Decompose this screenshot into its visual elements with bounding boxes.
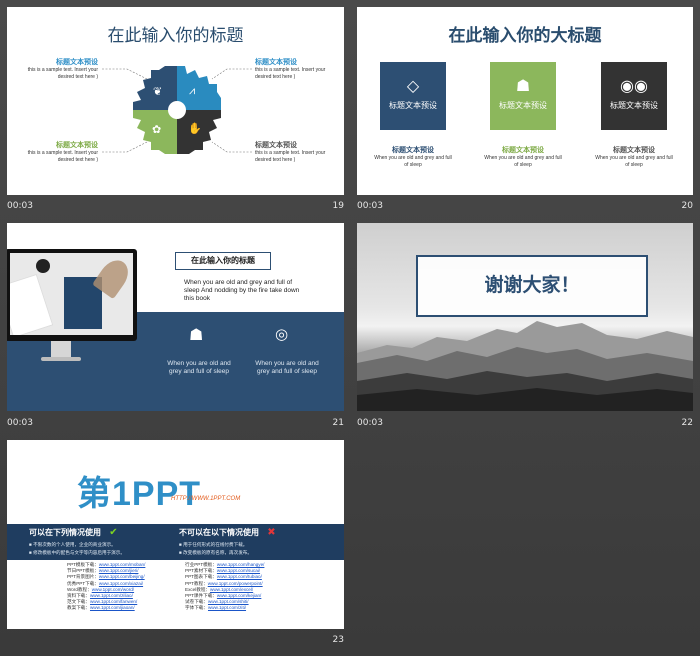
item-top-right: 标题文本预设 this is a sample text. Insert you… xyxy=(255,57,340,81)
logo-url: HTTP://WWW.1PPT.COM xyxy=(171,496,241,502)
item-label: 标题文本预设 xyxy=(56,59,98,66)
cannot-use-title: 不可以在以下情况使用 ✖ xyxy=(179,527,276,538)
cross-icon: ✖ xyxy=(267,527,276,538)
slide-number: 20 xyxy=(681,201,693,211)
item-text: this is a sample text. Insert your desir… xyxy=(27,67,98,80)
link[interactable]: www.1ppt.com/jieri/ xyxy=(99,568,139,573)
caption-text: When you are old and grey and full of sl… xyxy=(484,155,562,168)
link[interactable]: www.1ppt.com/shiti/ xyxy=(208,599,249,604)
link[interactable]: www.1ppt.com/sucai/ xyxy=(217,568,260,573)
brand-logo: 第1PPT xyxy=(77,466,201,515)
slide-21-title-box: 在此输入你的标题 xyxy=(175,252,271,270)
list-item: ■ 不限次数的个人使用，企业的商业演示。 xyxy=(29,542,116,547)
eye-icon: ◎ xyxy=(275,326,289,343)
list-item: 教案下载：www.1ppt.com/jiaoan/ xyxy=(67,605,135,611)
feature-box-green: ☗ 标题文本预设 xyxy=(490,62,556,130)
slide-number: 22 xyxy=(681,418,693,428)
diamond-icon: ◇ xyxy=(406,78,420,95)
monitor-base xyxy=(41,357,81,361)
box-label: 标题文本预设 xyxy=(499,101,547,110)
slide-19-thumbnail[interactable]: 在此输入你的标题 ❦ ⩘ ✿ ✋ 标题文本预设 this is a sample… xyxy=(7,7,344,195)
slide-21-meta: 00:03 21 xyxy=(7,414,344,432)
slide-21-title: 在此输入你的标题 xyxy=(191,256,255,265)
link[interactable]: www.1ppt.com/xiazai/ xyxy=(99,581,143,586)
check-icon: ✔ xyxy=(109,527,118,538)
can-use-title: 可以在下列情况使用 ✔ xyxy=(29,527,118,538)
right-link-list: 行业PPT模板：www.1ppt.com/hangye/ PPT素材下载：www… xyxy=(185,562,264,612)
link[interactable]: www.1ppt.com/moban/ xyxy=(99,562,145,567)
monitor-image xyxy=(7,249,137,341)
caption-text: When you are old and grey and full of sl… xyxy=(595,155,673,168)
thanks-box: 谢谢大家！ xyxy=(416,255,648,317)
slide-23-thumbnail[interactable]: 第1PPT HTTP://WWW.1PPT.COM 可以在下列情况使用 ✔ 不可… xyxy=(7,440,344,629)
slide-21-thumbnail[interactable]: 在此输入你的标题 When you are old and grey and f… xyxy=(7,223,344,411)
box-label: 标题文本预设 xyxy=(610,101,658,110)
link[interactable]: www.1ppt.com/tubiao/ xyxy=(217,574,262,579)
slide-21-body: When you are old and grey and full of sl… xyxy=(184,279,300,302)
penguin-icon: ☗ xyxy=(189,327,204,344)
item-text: this is a sample text. Insert your desir… xyxy=(255,67,326,80)
owl-icon: ◉◉ xyxy=(620,78,648,95)
item-text: this is a sample text. Insert your desir… xyxy=(27,150,98,163)
link[interactable]: www.1ppt.com/kejian/ xyxy=(217,593,261,598)
link[interactable]: www.1ppt.com/ziliao/ xyxy=(90,593,133,598)
slide-timing: 00:03 xyxy=(357,418,383,428)
caption-label: 标题文本预设 xyxy=(502,147,544,154)
slide-23-meta: 23 xyxy=(7,631,344,649)
link[interactable]: www.1ppt.com/ziti/ xyxy=(208,605,246,610)
icon-text-right: When you are old and grey and full of sl… xyxy=(255,360,319,375)
slide-number: 21 xyxy=(332,418,344,428)
slide-number: 23 xyxy=(332,635,344,645)
slide-20-meta: 00:03 20 xyxy=(357,197,693,215)
item-label: 标题文本预设 xyxy=(255,142,297,149)
slide-timing: 00:03 xyxy=(7,418,33,428)
slide-22-meta: 00:03 22 xyxy=(357,414,693,432)
feature-box-dark: ◉◉ 标题文本预设 xyxy=(601,62,667,130)
list-item: ■ 修改模板中的配色与文字等内容后用于演示。 xyxy=(29,550,125,555)
slide-19-meta: 00:03 19 xyxy=(7,197,344,215)
item-label: 标题文本预设 xyxy=(255,59,297,66)
link[interactable]: www.1ppt.com/beijing/ xyxy=(99,574,145,579)
item-top-left: 标题文本预设 this is a sample text. Insert you… xyxy=(13,57,98,81)
slide-timing: 00:03 xyxy=(357,201,383,211)
item-label: 标题文本预设 xyxy=(56,142,98,149)
list-item: ■ 改变模板的原有名称，再次发布。 xyxy=(179,550,252,555)
slide-timing: 00:03 xyxy=(7,201,33,211)
link[interactable]: www.1ppt.com/powerpoint/ xyxy=(208,581,263,586)
caption-1: 标题文本预设 When you are old and grey and ful… xyxy=(373,145,453,169)
slide-22-thumbnail[interactable]: 谢谢大家！ xyxy=(357,223,693,411)
connector-lines xyxy=(102,68,252,153)
left-link-list: PPT模板下载：www.1ppt.com/moban/ 节日PPT模板：www.… xyxy=(67,562,145,612)
slide-20-title: 在此输入你的大标题 xyxy=(448,26,602,45)
link[interactable]: www.1ppt.com/word/ xyxy=(92,587,134,592)
can-list: ■ 不限次数的个人使用，企业的商业演示。 ■ 修改模板中的配色与文字等内容后用于… xyxy=(29,541,125,557)
mountain-image xyxy=(357,321,693,411)
link[interactable]: www.1ppt.com/fanwen/ xyxy=(90,599,137,604)
logo-text: 第1PPT xyxy=(77,475,202,513)
thanks-text: 谢谢大家！ xyxy=(484,275,580,296)
penguin-icon: ☗ xyxy=(515,78,531,95)
slide-number: 19 xyxy=(332,201,344,211)
caption-3: 标题文本预设 When you are old and grey and ful… xyxy=(594,145,674,169)
list-item: ■ 用于任何形式的在线付费下载。 xyxy=(179,542,248,547)
feature-box-navy: ◇ 标题文本预设 xyxy=(380,62,446,130)
slide-20-thumbnail[interactable]: 在此输入你的大标题 ◇ 标题文本预设 ☗ 标题文本预设 ◉◉ 标题文本预设 标题… xyxy=(357,7,693,195)
caption-text: When you are old and grey and full of sl… xyxy=(374,155,452,168)
caption-label: 标题文本预设 xyxy=(613,147,655,154)
item-text: this is a sample text. Insert your desir… xyxy=(255,150,326,163)
monitor-stand xyxy=(51,341,71,357)
box-label: 标题文本预设 xyxy=(389,101,437,110)
list-item: 字体下载：www.1ppt.com/ziti/ xyxy=(185,605,247,611)
link[interactable]: www.1ppt.com/excel/ xyxy=(210,587,253,592)
caption-2: 标题文本预设 When you are old and grey and ful… xyxy=(483,145,563,169)
item-bottom-right: 标题文本预设 this is a sample text. Insert you… xyxy=(255,140,340,164)
cannot-list: ■ 用于任何形式的在线付费下载。 ■ 改变模板的原有名称，再次发布。 xyxy=(179,541,252,557)
caption-label: 标题文本预设 xyxy=(392,147,434,154)
icon-text-left: When you are old and grey and full of sl… xyxy=(167,360,231,375)
link[interactable]: www.1ppt.com/hangye/ xyxy=(217,562,265,567)
item-bottom-left: 标题文本预设 this is a sample text. Insert you… xyxy=(13,140,98,164)
link[interactable]: www.1ppt.com/jiaoan/ xyxy=(90,605,135,610)
